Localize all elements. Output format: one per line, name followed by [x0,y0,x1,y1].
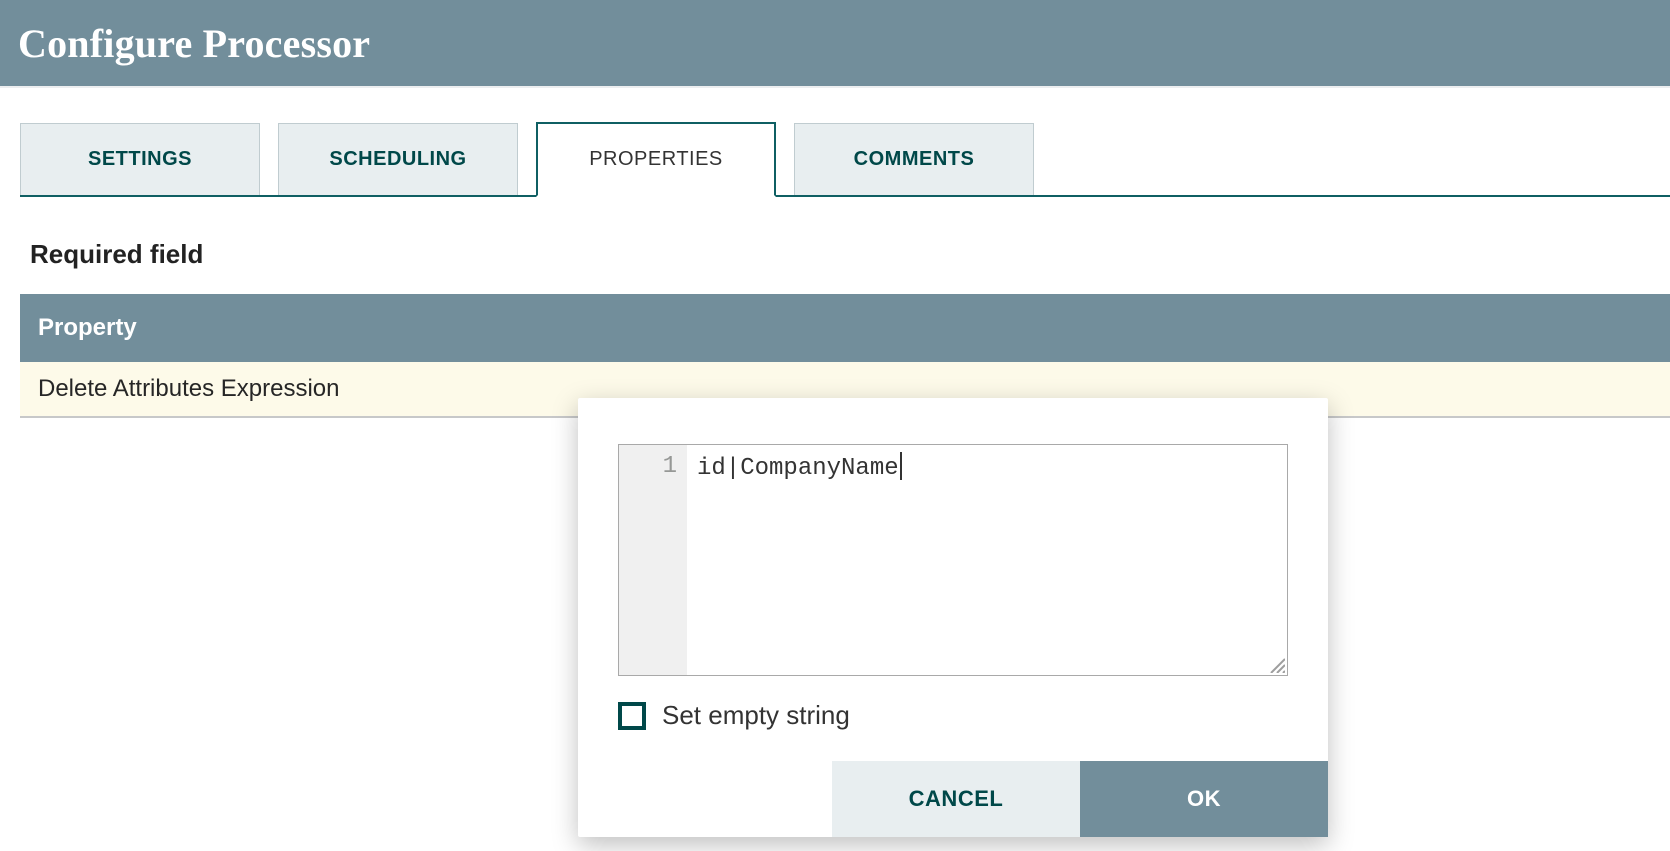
code-editor-textarea[interactable]: id|CompanyName [687,445,1287,675]
empty-string-label: Set empty string [662,700,850,731]
tab-comments[interactable]: COMMENTS [794,123,1034,195]
tab-bar: SETTINGS SCHEDULING PROPERTIES COMMENTS [20,122,1670,197]
ok-button[interactable]: OK [1080,761,1328,837]
text-cursor [900,452,902,480]
value-editor-popup: 1 id|CompanyName Set empty string CANCEL… [578,398,1328,837]
cancel-button[interactable]: CANCEL [832,761,1080,837]
editor-value-text: id|CompanyName [697,455,899,482]
dialog-title: Configure Processor [18,20,370,67]
code-editor[interactable]: 1 id|CompanyName [618,444,1288,676]
tab-properties[interactable]: PROPERTIES [536,122,776,197]
dialog-header: Configure Processor [0,0,1670,88]
line-number: 1 [663,453,677,480]
tab-scheduling[interactable]: SCHEDULING [278,123,518,195]
resize-grip-icon[interactable] [1267,655,1285,673]
empty-string-row: Set empty string [618,700,1288,731]
tab-settings[interactable]: SETTINGS [20,123,260,195]
empty-string-checkbox[interactable] [618,702,646,730]
dialog-body: SETTINGS SCHEDULING PROPERTIES COMMENTS … [0,88,1670,418]
popup-button-row: CANCEL OK [578,761,1328,837]
required-field-label: Required field [30,239,1670,270]
properties-header-property: Property [20,294,1670,362]
code-editor-gutter: 1 [619,445,687,675]
